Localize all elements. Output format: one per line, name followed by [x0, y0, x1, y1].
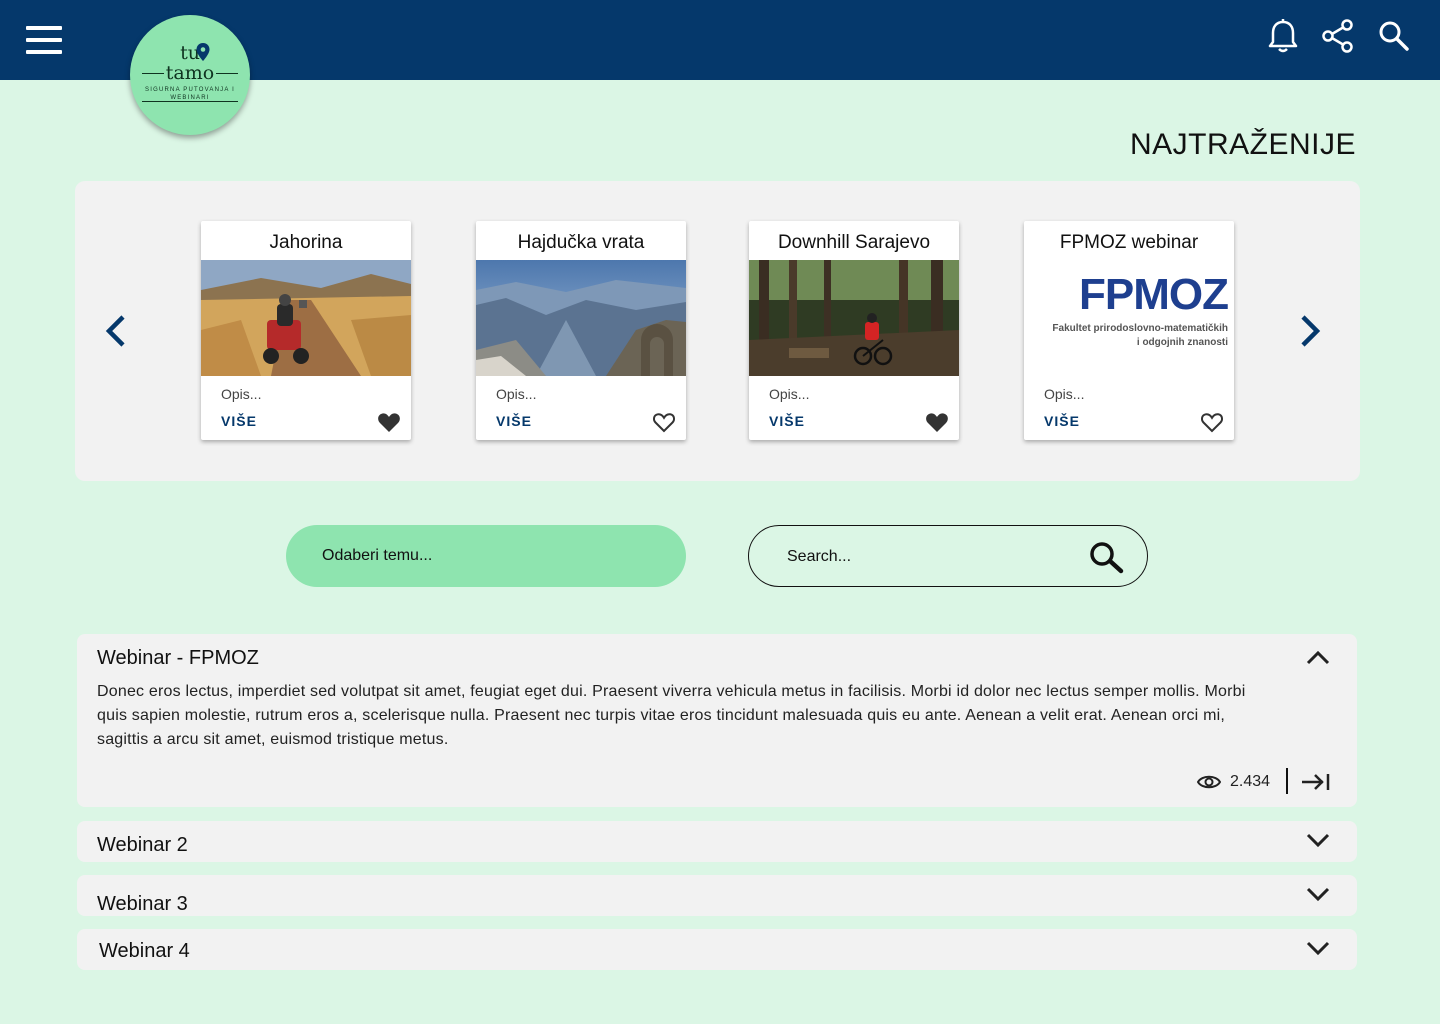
card-description: Opis... [496, 386, 537, 402]
webinar-accordion[interactable]: Webinar 3 [77, 875, 1357, 916]
card-description: Opis... [221, 386, 262, 402]
forest-mountain-bike-photo [749, 260, 959, 376]
bell-icon[interactable] [1266, 18, 1300, 54]
search-icon[interactable] [1087, 540, 1125, 574]
divider [1286, 768, 1288, 794]
fpmoz-logo-caption: Fakultet prirodoslovno-matematičkih [1052, 323, 1228, 334]
search-input[interactable] [787, 542, 1067, 572]
carousel-card[interactable]: Downhill Sarajevo Opis... VIŠE [749, 221, 959, 440]
card-title: Downhill Sarajevo [777, 232, 931, 253]
logo-text-tu: tu [180, 42, 200, 64]
section-title: NAJTRAŽENIJE [1129, 128, 1356, 161]
heart-filled-icon[interactable] [925, 411, 949, 433]
webinar-accordion: Webinar - FPMOZ Donec eros lectus, imper… [77, 634, 1357, 807]
chevron-down-icon[interactable] [1305, 885, 1331, 905]
eye-icon [1196, 773, 1222, 791]
card-description: Opis... [1044, 386, 1085, 402]
fpmoz-logo: FPMOZ Fakultet prirodoslovno-matematički… [1024, 260, 1234, 376]
webinar-description: Donec eros lectus, imperdiet sed volutpa… [97, 683, 1246, 748]
chevron-up-icon[interactable] [1305, 647, 1331, 667]
heart-outline-icon[interactable] [1200, 411, 1224, 433]
webinar-accordion[interactable]: Webinar 2 [77, 821, 1357, 862]
card-description: Opis... [769, 386, 810, 402]
card-title: Hajdučka vrata [517, 232, 645, 253]
card-more-link[interactable]: VIŠE [496, 413, 532, 429]
search-field [748, 525, 1148, 587]
card-title: Jahorina [269, 232, 343, 253]
carousel-card[interactable]: Hajdučka vrata Opis... VIŠE [476, 221, 686, 440]
webinar-title[interactable]: Webinar - FPMOZ [97, 647, 259, 670]
view-count: 2.434 [1230, 773, 1271, 790]
logo-tagline: SIGURNA PUTOVANJA I WEBINARI [145, 87, 235, 101]
chevron-down-icon[interactable] [1305, 831, 1331, 851]
webinar-accordion[interactable]: Webinar 4 [77, 929, 1357, 970]
fpmoz-logo-wordmark: FPMOZ [1079, 270, 1229, 319]
chevron-down-icon[interactable] [1305, 939, 1331, 959]
card-title: FPMOZ webinar [1059, 232, 1199, 253]
mountain-arch-photo [476, 260, 686, 376]
webinar-title[interactable]: Webinar 3 [97, 893, 188, 916]
card-more-link[interactable]: VIŠE [769, 413, 805, 429]
share-icon[interactable] [1321, 18, 1355, 54]
location-pin-icon [196, 43, 210, 61]
topic-select[interactable]: Odaberi temu... [286, 525, 686, 587]
card-more-link[interactable]: VIŠE [1044, 413, 1080, 429]
chevron-left-icon[interactable] [101, 313, 133, 349]
hamburger-menu-icon[interactable] [26, 26, 62, 54]
heart-filled-icon[interactable] [377, 411, 401, 433]
fpmoz-logo-caption: i odgojnih znanosti [1136, 337, 1228, 348]
carousel-card[interactable]: Jahorina Opis... VIŠE [201, 221, 411, 440]
brand-logo[interactable]: tu tamo SIGURNA PUTOVANJA I WEBINARI [130, 15, 250, 135]
featured-carousel: Jahorina Opis... VIŠE Hajdučka vrata Opi… [75, 181, 1360, 481]
quad-bike-field-photo [201, 260, 411, 376]
card-more-link[interactable]: VIŠE [221, 413, 257, 429]
logo-text-tamo: tamo [165, 62, 215, 84]
chevron-right-icon[interactable] [1293, 313, 1325, 349]
search-icon[interactable] [1377, 18, 1411, 54]
arrow-to-end-icon[interactable] [1301, 772, 1331, 792]
webinar-title[interactable]: Webinar 4 [99, 940, 190, 963]
carousel-card[interactable]: FPMOZ webinar FPMOZ Fakultet prirodoslov… [1024, 221, 1234, 440]
heart-outline-icon[interactable] [652, 411, 676, 433]
webinar-title[interactable]: Webinar 2 [97, 834, 188, 857]
